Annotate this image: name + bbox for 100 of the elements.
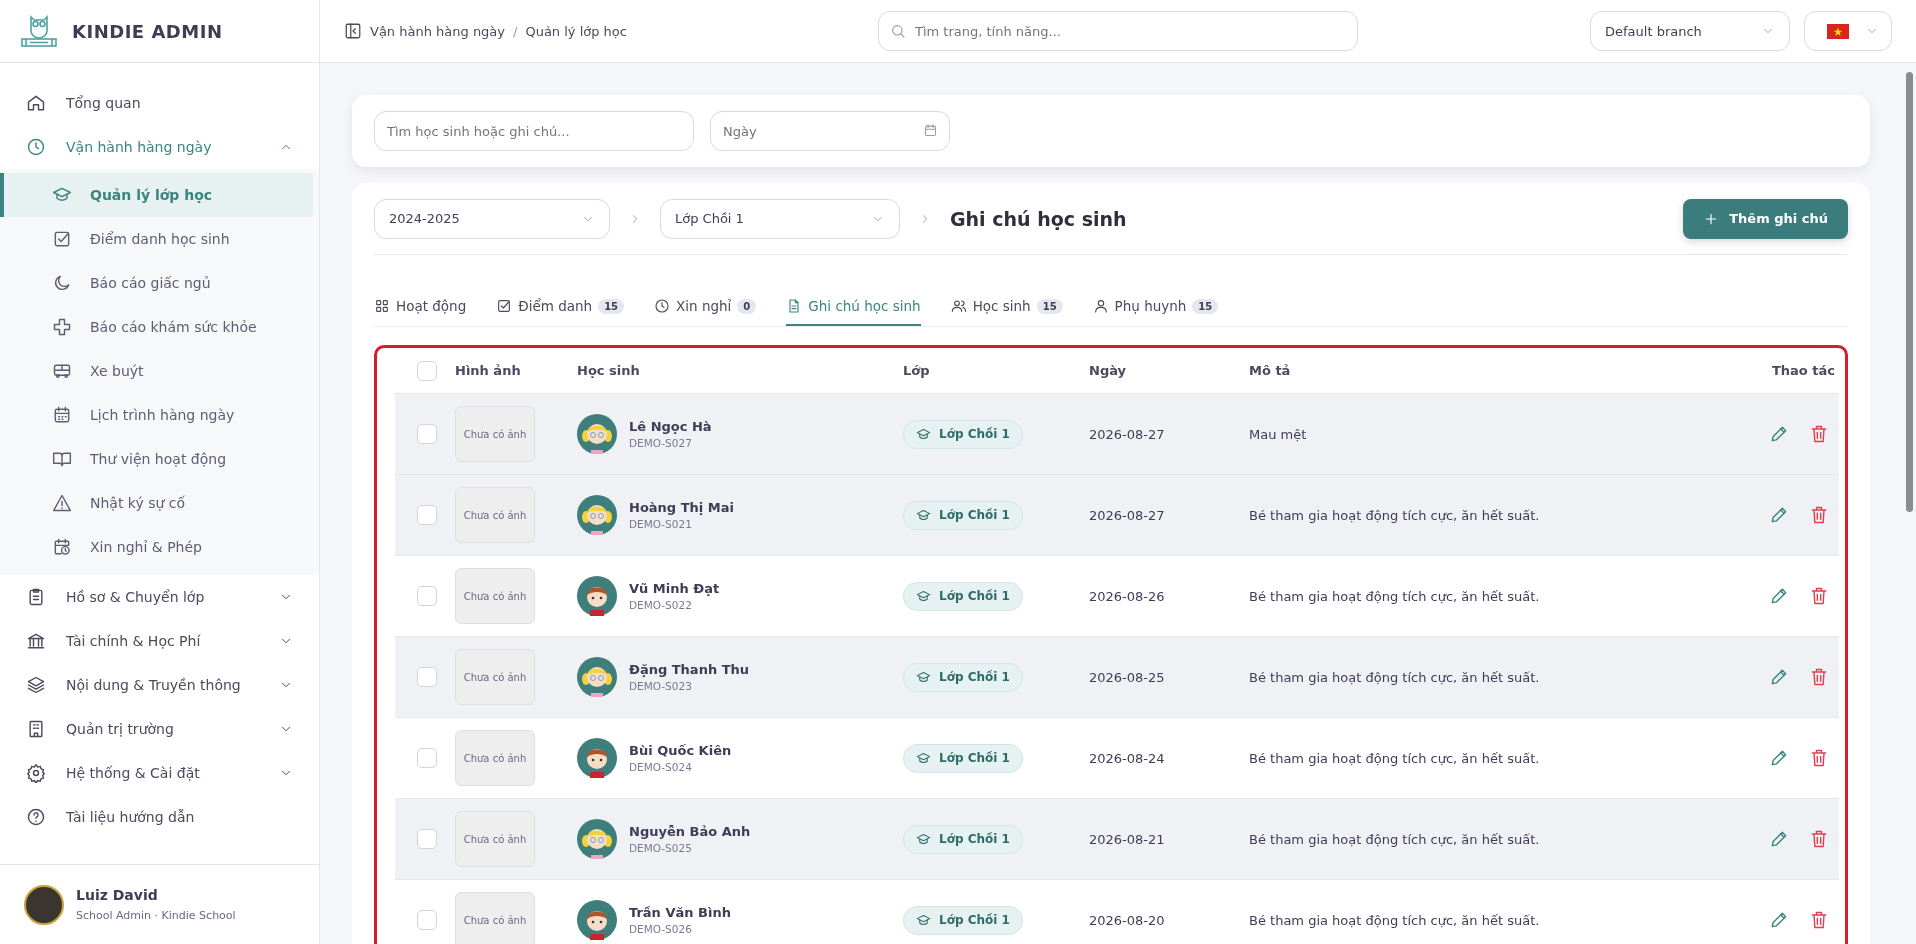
branch-select[interactable]: Default branch bbox=[1590, 11, 1790, 51]
graduation-cap-icon bbox=[916, 669, 931, 685]
pencil-icon bbox=[1769, 910, 1789, 930]
girl-avatar bbox=[577, 495, 617, 535]
scrollbar[interactable] bbox=[1906, 72, 1913, 512]
description-cell-text: Mau mệt bbox=[1249, 426, 1308, 442]
date-cell-text: 2026-08-26 bbox=[1089, 588, 1166, 604]
edit-button[interactable] bbox=[1769, 829, 1789, 849]
tab[interactable]: Phụ huynh 15 bbox=[1092, 288, 1219, 326]
column-header: Ngày bbox=[1089, 363, 1128, 378]
student-code: DEMO-S027 bbox=[629, 437, 693, 449]
description-cell-text: Bé tham gia hoạt động tích cực, ăn hết suất. bbox=[1249, 912, 1541, 928]
student-name: Hoàng Thị Mai bbox=[629, 500, 734, 515]
user-role: School Admin · Kindie School bbox=[76, 909, 236, 922]
sidebar-item[interactable]: Vận hành hàng ngày bbox=[0, 125, 319, 169]
edit-button[interactable] bbox=[1769, 667, 1789, 687]
tab[interactable]: Xin nghỉ 0 bbox=[654, 288, 757, 326]
student-code: DEMO-S025 bbox=[629, 842, 693, 854]
sidebar-subitem[interactable]: Xin nghỉ & Phép bbox=[0, 525, 313, 569]
global-search-field[interactable]: Tìm trang, tính năng... bbox=[878, 11, 1358, 51]
sidebar-subitem[interactable]: Thư viện hoạt động bbox=[0, 437, 313, 481]
row-checkbox[interactable] bbox=[417, 424, 437, 444]
users-icon bbox=[950, 298, 967, 314]
breadcrumb-item[interactable]: Vận hành hàng ngày bbox=[370, 23, 506, 39]
trash-icon bbox=[1809, 667, 1829, 687]
row-checkbox[interactable] bbox=[417, 748, 437, 768]
pencil-icon bbox=[1769, 829, 1789, 849]
trash-icon bbox=[1809, 829, 1829, 849]
edit-button[interactable] bbox=[1769, 910, 1789, 930]
row-checkbox[interactable] bbox=[417, 505, 437, 525]
class-select[interactable]: Lớp Chồi 1 bbox=[660, 198, 900, 239]
sidebar-item[interactable]: Tài chính & Học Phí bbox=[0, 619, 319, 663]
select-all-checkbox[interactable] bbox=[417, 360, 437, 381]
delete-button[interactable] bbox=[1809, 424, 1829, 444]
no-photo-label: Chưa có ảnh bbox=[463, 671, 527, 683]
breadcrumb-item[interactable]: Quản lý lớp học bbox=[525, 23, 627, 39]
tab[interactable]: Điểm danh 15 bbox=[496, 288, 625, 326]
girl-avatar bbox=[577, 819, 617, 859]
edit-button[interactable] bbox=[1769, 505, 1789, 525]
grid-icon bbox=[374, 298, 390, 314]
row-checkbox[interactable] bbox=[417, 667, 437, 687]
delete-button[interactable] bbox=[1809, 829, 1829, 849]
student-code: DEMO-S021 bbox=[629, 518, 693, 530]
girl-avatar bbox=[577, 657, 617, 697]
clock-icon bbox=[654, 298, 671, 314]
bank-icon bbox=[26, 631, 46, 651]
class-tag: Lớp Chồi 1 bbox=[903, 743, 1023, 773]
sidebar-subitem[interactable]: Lịch trình hàng ngày bbox=[0, 393, 313, 437]
graduation-cap-icon bbox=[916, 750, 931, 766]
checkbox-icon bbox=[52, 229, 72, 249]
sidebar-item[interactable]: Quản trị trường bbox=[0, 707, 319, 751]
delete-button[interactable] bbox=[1809, 667, 1829, 687]
edit-button[interactable] bbox=[1769, 586, 1789, 606]
calendar-icon bbox=[52, 405, 72, 425]
delete-button[interactable] bbox=[1809, 910, 1829, 930]
delete-button[interactable] bbox=[1809, 586, 1829, 606]
date-cell-text: 2026-08-25 bbox=[1089, 669, 1166, 685]
sidebar-item[interactable]: Tổng quan bbox=[0, 81, 319, 125]
edit-button[interactable] bbox=[1769, 424, 1789, 444]
sidebar-toggle-icon[interactable] bbox=[344, 22, 362, 40]
language-select[interactable] bbox=[1804, 11, 1892, 51]
delete-button[interactable] bbox=[1809, 748, 1829, 768]
description-cell-text: Bé tham gia hoạt động tích cực, ăn hết suất. bbox=[1249, 750, 1541, 766]
class-tag: Lớp Chồi 1 bbox=[903, 581, 1023, 611]
date-cell-text: 2026-08-27 bbox=[1089, 507, 1166, 523]
row-checkbox[interactable] bbox=[417, 910, 437, 930]
year-select[interactable]: 2024-2025 bbox=[374, 198, 610, 239]
tab[interactable]: Học sinh 15 bbox=[950, 288, 1063, 326]
sidebar-subitem[interactable]: Điểm danh học sinh bbox=[0, 217, 313, 261]
pencil-icon bbox=[1769, 667, 1789, 687]
student-name: Bùi Quốc Kiên bbox=[629, 743, 732, 758]
edit-button[interactable] bbox=[1769, 748, 1789, 768]
tab[interactable]: Ghi chú học sinh bbox=[786, 288, 921, 326]
trash-icon bbox=[1809, 424, 1829, 444]
sidebar-subitem[interactable]: Nhật ký sự cố bbox=[0, 481, 313, 525]
add-note-button[interactable]: Thêm ghi chú bbox=[1683, 198, 1848, 239]
student-search-field[interactable]: Tìm học sinh hoặc ghi chú... bbox=[374, 111, 694, 151]
home-icon bbox=[26, 93, 46, 113]
column-header: Lớp bbox=[903, 363, 931, 378]
sidebar-item[interactable]: Tài liệu hướng dẫn bbox=[0, 795, 319, 839]
row-checkbox[interactable] bbox=[417, 829, 437, 849]
sidebar-subitem[interactable]: Báo cáo khám sức khỏe bbox=[0, 305, 313, 349]
row-checkbox[interactable] bbox=[417, 586, 437, 606]
class-tag: Lớp Chồi 1 bbox=[903, 905, 1023, 935]
sidebar-item[interactable]: Hệ thống & Cài đặt bbox=[0, 751, 319, 795]
date-field[interactable]: Ngày bbox=[710, 111, 950, 151]
graduation-cap-icon bbox=[916, 426, 931, 442]
sidebar-subitem[interactable]: Quản lý lớp học bbox=[0, 173, 313, 217]
student-name: Nguyễn Bảo Anh bbox=[629, 824, 751, 839]
owl-logo-icon bbox=[20, 14, 58, 48]
delete-button[interactable] bbox=[1809, 505, 1829, 525]
sidebar-item[interactable]: Hồ sơ & Chuyển lớp bbox=[0, 575, 319, 619]
tab[interactable]: Hoạt động bbox=[374, 288, 467, 326]
sidebar-subitem[interactable]: Báo cáo giấc ngủ bbox=[0, 261, 313, 305]
column-header: Hình ảnh bbox=[455, 363, 522, 378]
bus-icon bbox=[52, 361, 72, 381]
class-tag: Lớp Chồi 1 bbox=[903, 419, 1023, 449]
sidebar-subitem[interactable]: Xe buýt bbox=[0, 349, 313, 393]
sidebar-item[interactable]: Nội dung & Truyền thông bbox=[0, 663, 319, 707]
description-cell-text: Bé tham gia hoạt động tích cực, ăn hết suất. bbox=[1249, 588, 1541, 604]
